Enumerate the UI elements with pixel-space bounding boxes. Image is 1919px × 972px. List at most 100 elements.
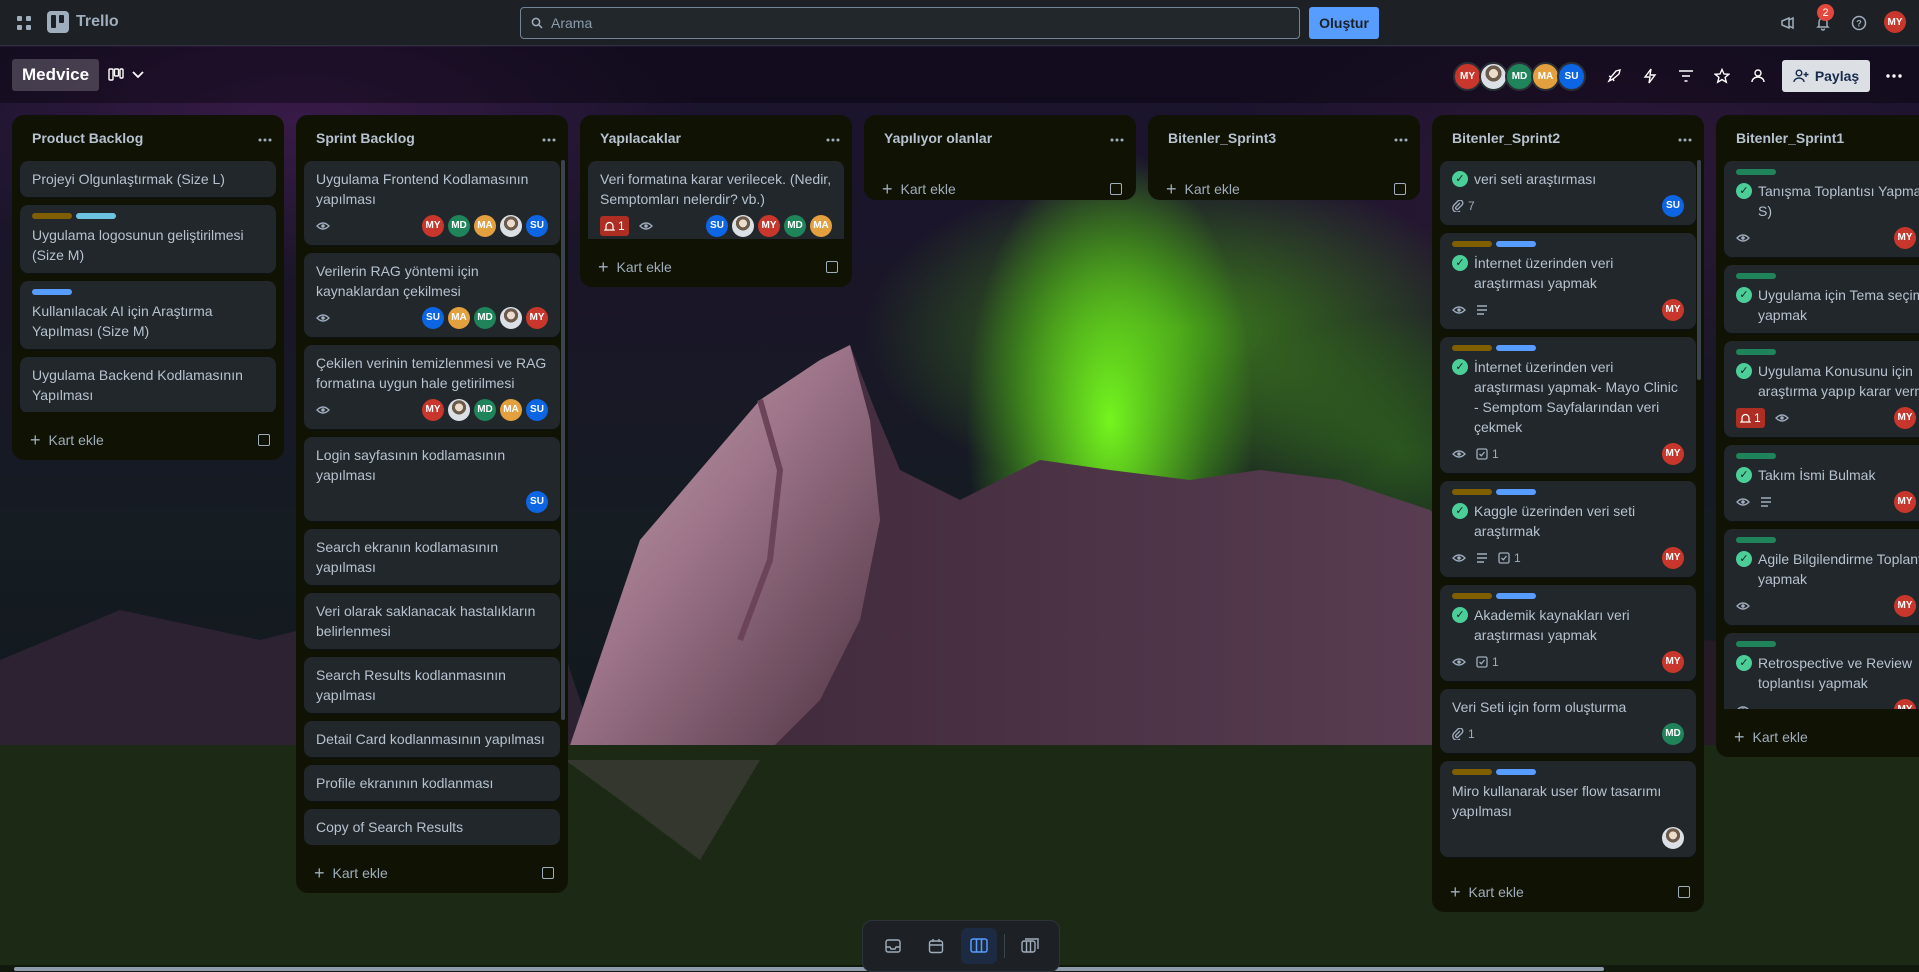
card-template-icon[interactable] — [826, 261, 838, 273]
card[interactable]: Copy of Search Results — [304, 809, 560, 845]
board-title[interactable]: Medvice — [12, 59, 100, 91]
member-avatar[interactable]: MY — [1894, 595, 1916, 617]
member-avatar[interactable]: SU — [526, 399, 548, 421]
list-header[interactable]: Bitenler_Sprint1 — [1716, 115, 1919, 161]
search-input[interactable] — [551, 15, 1243, 31]
card[interactable]: Login sayfasının kodlamasının yapılması S… — [304, 437, 560, 521]
card[interactable]: Uygulama Backend Kodlamasının Yapılması — [20, 357, 276, 412]
member-avatar[interactable]: SU — [422, 307, 444, 329]
add-card-button[interactable]: + Kart ekle — [580, 247, 852, 287]
card[interactable]: Search ekranın kodlamasının yapılması — [304, 529, 560, 585]
card[interactable]: Uygulama logosunun geliştirilmesi (Size … — [20, 205, 276, 273]
member-avatar[interactable]: MA — [810, 215, 832, 237]
complete-check-icon[interactable]: ✓ — [1736, 467, 1752, 483]
card-label[interactable] — [1736, 641, 1776, 647]
card[interactable]: Detail Card kodlanmasının yapılması — [304, 721, 560, 757]
card[interactable]: ✓ Takım İsmi Bulmak MYMA — [1724, 445, 1919, 521]
card[interactable]: Profile ekranının kodlanması — [304, 765, 560, 801]
complete-check-icon[interactable]: ✓ — [1452, 255, 1468, 271]
due-date-badge[interactable]: 1 — [600, 216, 629, 236]
list-header[interactable]: Sprint Backlog — [296, 115, 568, 161]
card[interactable]: ✓ Retrospective ve Review toplantısı yapm… — [1724, 633, 1919, 709]
card[interactable]: ✓ veri seti araştırması 7 SU — [1440, 161, 1696, 225]
list-header[interactable]: Bitenler_Sprint3 — [1148, 115, 1420, 161]
card-label[interactable] — [1736, 273, 1776, 279]
member-avatar-photo[interactable] — [1479, 62, 1508, 91]
add-card-button[interactable]: + Kart ekle — [12, 420, 284, 460]
planner-calendar-icon[interactable] — [918, 928, 954, 964]
complete-check-icon[interactable]: ✓ — [1736, 655, 1752, 671]
member-avatar-photo[interactable] — [1662, 827, 1684, 849]
card[interactable]: Verilerin RAG yöntemi için kaynaklardan … — [304, 253, 560, 337]
search-box[interactable] — [520, 7, 1300, 39]
card[interactable]: ✓ Kaggle üzerinden veri seti araştırmak 1 M… — [1440, 481, 1696, 577]
card-template-icon[interactable] — [542, 867, 554, 879]
list-header[interactable]: Product Backlog — [12, 115, 284, 161]
card[interactable]: Veri olarak saklanacak hastalıkların bel… — [304, 593, 560, 649]
account-avatar[interactable]: MY — [1884, 11, 1906, 33]
create-button[interactable]: Oluştur — [1309, 7, 1379, 39]
card-label[interactable] — [1496, 241, 1536, 247]
board-view-icon[interactable] — [960, 928, 997, 964]
member-avatar[interactable]: MD — [448, 215, 470, 237]
list-scrollbar[interactable] — [1697, 160, 1701, 380]
add-card-button[interactable]: + Kart ekle — [296, 853, 568, 893]
member-avatar[interactable]: MA — [1531, 62, 1560, 91]
card[interactable]: Miro kullanarak user flow tasarımı yapıl… — [1440, 761, 1696, 857]
card-label[interactable] — [1736, 537, 1776, 543]
card[interactable]: Projeyi Olgunlaştırmak (Size L) — [20, 161, 276, 197]
member-avatar[interactable]: MA — [500, 399, 522, 421]
list-menu-icon[interactable] — [826, 129, 840, 147]
card-template-icon[interactable] — [1678, 886, 1690, 898]
member-avatar[interactable]: SU — [706, 215, 728, 237]
star-icon[interactable] — [1708, 62, 1736, 90]
member-avatar[interactable]: MD — [1505, 62, 1534, 91]
member-avatar[interactable]: MY — [1662, 443, 1684, 465]
member-avatar[interactable]: MY — [1662, 299, 1684, 321]
card[interactable]: ✓ Uygulama için Tema seçimi yapmak — [1724, 265, 1919, 333]
card-label[interactable] — [1496, 489, 1536, 495]
complete-check-icon[interactable]: ✓ — [1452, 171, 1468, 187]
add-card-button[interactable]: + Kart ekle — [1432, 872, 1704, 912]
due-date-badge[interactable]: 1 — [1736, 408, 1765, 428]
member-avatar[interactable]: MA — [448, 307, 470, 329]
complete-check-icon[interactable]: ✓ — [1736, 287, 1752, 303]
member-avatar-photo[interactable] — [732, 215, 754, 237]
card[interactable]: ✓ Uygulama Konusunu için araştırma yapıp … — [1724, 341, 1919, 437]
member-avatar[interactable]: MY — [1662, 651, 1684, 673]
card-label[interactable] — [1496, 769, 1536, 775]
megaphone-icon[interactable] — [1776, 11, 1800, 35]
list-menu-icon[interactable] — [1678, 129, 1692, 147]
board-members[interactable]: MY MD MA SU — [1453, 62, 1586, 91]
complete-check-icon[interactable]: ✓ — [1452, 503, 1468, 519]
card[interactable]: ✓ İnternet üzerinden veri araştırması yap… — [1440, 337, 1696, 473]
switch-boards-icon[interactable] — [1012, 928, 1048, 964]
member-avatar[interactable]: MY — [1894, 227, 1916, 249]
help-icon[interactable]: ? — [1847, 11, 1871, 35]
member-avatar[interactable]: MY — [422, 215, 444, 237]
member-avatar-photo[interactable] — [500, 307, 522, 329]
more-options-icon[interactable] — [1880, 62, 1908, 90]
card[interactable]: ✓ Agile Bilgilendirme Toplantısı yapmak MY… — [1724, 529, 1919, 625]
member-avatar-photo[interactable] — [448, 399, 470, 421]
horizontal-scrollbar-thumb[interactable] — [14, 967, 1604, 971]
card-label[interactable] — [1736, 453, 1776, 459]
member-avatar[interactable]: SU — [1662, 195, 1684, 217]
member-avatar[interactable]: SU — [526, 491, 548, 513]
list-menu-icon[interactable] — [1110, 129, 1124, 147]
list-menu-icon[interactable] — [258, 129, 272, 147]
automation-bolt-icon[interactable] — [1636, 62, 1664, 90]
card-label[interactable] — [1452, 241, 1492, 247]
share-button[interactable]: Paylaş — [1782, 60, 1870, 92]
list-title[interactable]: Yapılacaklar — [600, 130, 681, 146]
complete-check-icon[interactable]: ✓ — [1452, 607, 1468, 623]
trello-logo[interactable]: Trello — [47, 11, 119, 33]
member-avatar[interactable]: MY — [1453, 62, 1482, 91]
card-label[interactable] — [76, 213, 116, 219]
list-title[interactable]: Yapılıyor olanlar — [884, 130, 992, 146]
card-label[interactable] — [1452, 769, 1492, 775]
inbox-icon[interactable] — [875, 928, 911, 964]
list-title[interactable]: Bitenler_Sprint2 — [1452, 130, 1560, 146]
add-card-button[interactable]: + Kart ekle — [1716, 717, 1919, 757]
card-label[interactable] — [32, 289, 72, 295]
